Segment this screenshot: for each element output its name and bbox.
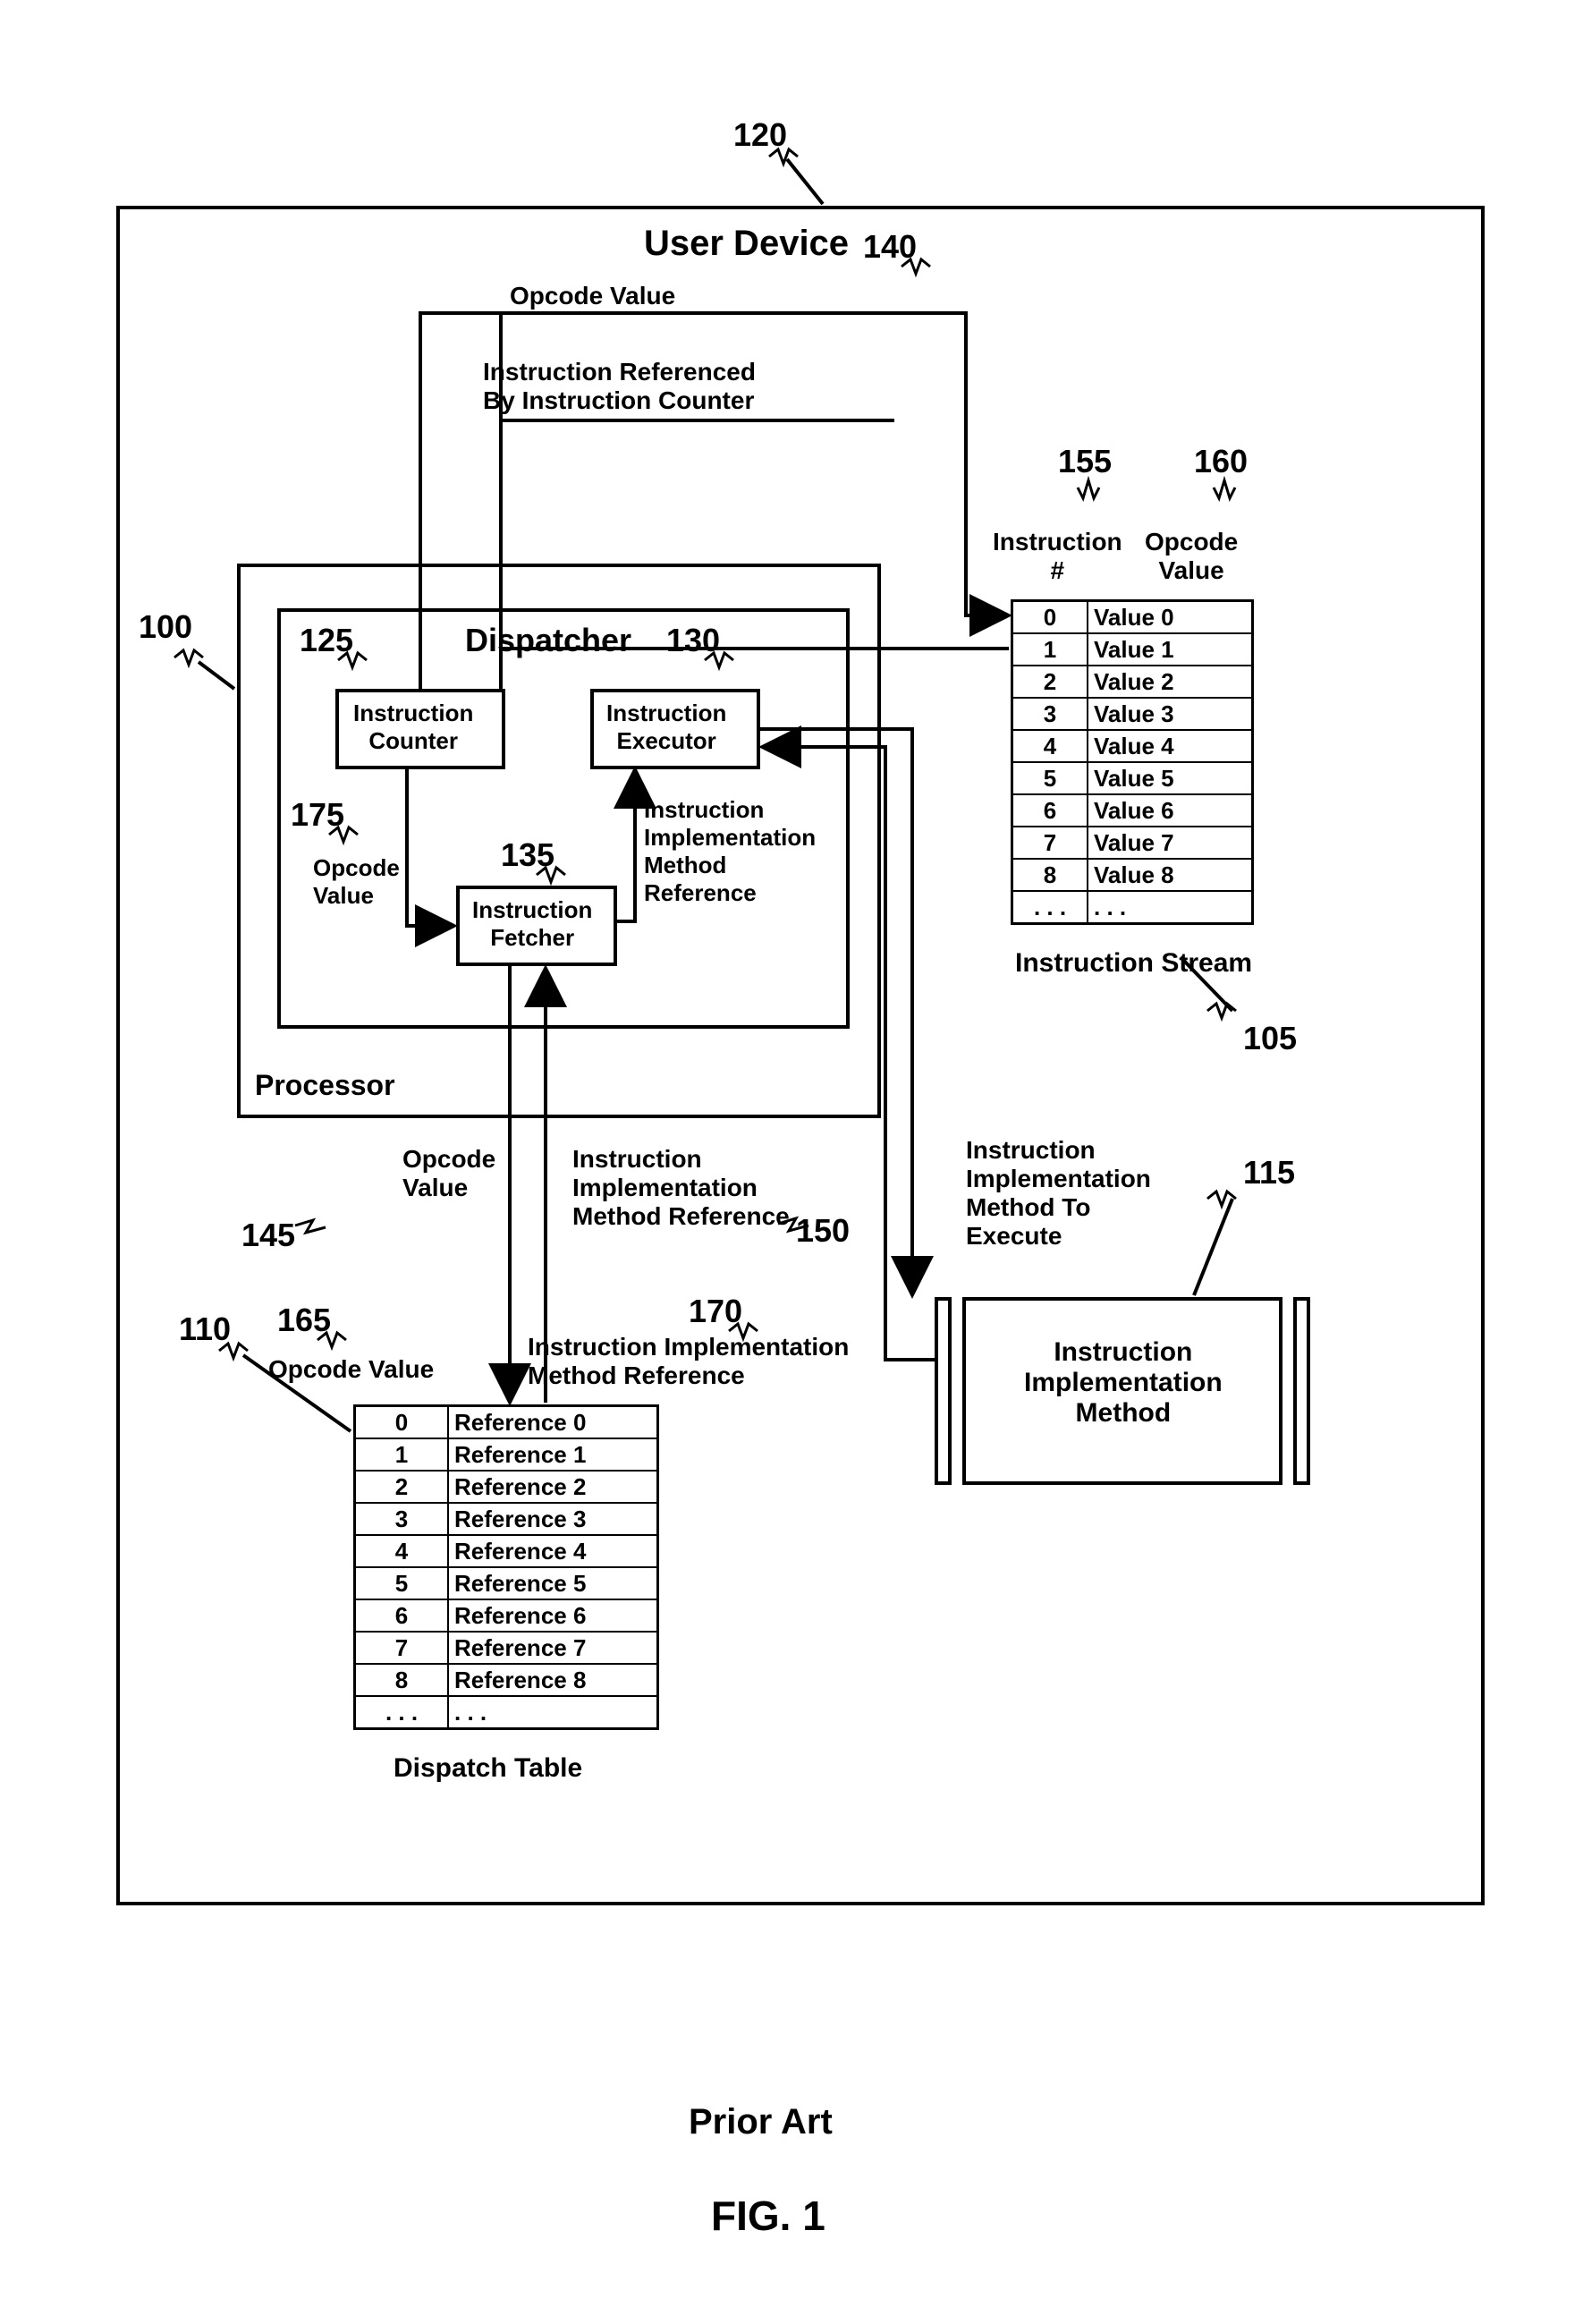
- table-row: . . .. . .: [1012, 891, 1253, 924]
- opcode-value-165: Opcode Value: [268, 1355, 434, 1384]
- table-row: 4Reference 4: [355, 1535, 658, 1567]
- opcode-value-145: Opcode Value: [402, 1145, 495, 1202]
- instruction-stream-label: Instruction Stream: [1015, 948, 1252, 979]
- ref-120: 120: [733, 116, 787, 154]
- table-row: 2Reference 2: [355, 1471, 658, 1503]
- instr-impl-to-exec: Instruction Implementation Method To Exe…: [966, 1136, 1151, 1251]
- ref-140: 140: [863, 228, 917, 266]
- ref-135: 135: [501, 836, 554, 874]
- prior-art-label: Prior Art: [689, 2102, 833, 2142]
- table-row: 4Value 4: [1012, 730, 1253, 762]
- opcode-value-top: Opcode Value: [510, 282, 675, 310]
- table-row: 7Reference 7: [355, 1632, 658, 1664]
- ref-160: 160: [1194, 443, 1248, 480]
- ref-100: 100: [139, 608, 192, 646]
- instr-ref-by-counter: Instruction Referenced By Instruction Co…: [483, 358, 756, 415]
- table-row: 1Reference 1: [355, 1438, 658, 1471]
- user-device-title: User Device: [644, 224, 849, 264]
- table-row: 7Value 7: [1012, 827, 1253, 859]
- instruction-executor-label: Instruction Executor: [606, 700, 726, 755]
- ref-170: 170: [689, 1293, 742, 1330]
- table-row: 3Value 3: [1012, 698, 1253, 730]
- dispatcher-label: Dispatcher: [465, 622, 631, 659]
- instr-impl-left-bar: [948, 1297, 966, 1485]
- dispatch-table: 0Reference 01Reference 12Reference 23Ref…: [353, 1404, 659, 1730]
- table-row: 2Value 2: [1012, 666, 1253, 698]
- opcode-header: Opcode Value: [1145, 528, 1238, 585]
- instr-impl-ref-150: Instruction Implementation Method Refere…: [572, 1145, 790, 1231]
- table-row: 3Reference 3: [355, 1503, 658, 1535]
- table-row: 8Value 8: [1012, 859, 1253, 891]
- instr-impl-ref-170: Instruction Implementation Method Refere…: [528, 1333, 849, 1390]
- table-row: 1Value 1: [1012, 633, 1253, 666]
- ref-165: 165: [277, 1302, 331, 1339]
- table-row: 5Reference 5: [355, 1567, 658, 1599]
- table-row: 8Reference 8: [355, 1664, 658, 1696]
- processor-label: Processor: [255, 1069, 395, 1102]
- ref-145: 145: [241, 1217, 295, 1254]
- fig-label: FIG. 1: [711, 2192, 825, 2240]
- instruction-stream-table: 0Value 01Value 12Value 23Value 34Value 4…: [1011, 599, 1254, 925]
- instr-impl-ref-inside: Instruction Implementation Method Refere…: [644, 796, 816, 907]
- opcode-value-175: Opcode Value: [313, 854, 400, 910]
- instr-num-header: Instruction #: [993, 528, 1122, 585]
- ref-150: 150: [796, 1212, 850, 1250]
- table-row: 0Reference 0: [355, 1406, 658, 1439]
- instruction-counter-label: Instruction Counter: [353, 700, 473, 755]
- instr-impl-right-bar: [1279, 1297, 1297, 1485]
- ref-105: 105: [1243, 1020, 1297, 1057]
- instruction-fetcher-label: Instruction Fetcher: [472, 896, 592, 952]
- table-row: . . .. . .: [355, 1696, 658, 1729]
- ref-155: 155: [1058, 443, 1112, 480]
- table-row: 5Value 5: [1012, 762, 1253, 794]
- ref-175: 175: [291, 796, 344, 834]
- diagram-canvas: User Device Processor Dispatcher Instruc…: [0, 0, 1583, 2324]
- ref-110: 110: [179, 1310, 231, 1348]
- ref-115: 115: [1243, 1154, 1295, 1192]
- table-row: 6Reference 6: [355, 1599, 658, 1632]
- table-row: 0Value 0: [1012, 601, 1253, 634]
- instr-impl-method-label: Instruction Implementation Method: [1024, 1337, 1223, 1429]
- ref-125: 125: [300, 622, 353, 659]
- ref-130: 130: [666, 622, 720, 659]
- table-row: 6Value 6: [1012, 794, 1253, 827]
- dispatch-table-label: Dispatch Table: [394, 1753, 582, 1784]
